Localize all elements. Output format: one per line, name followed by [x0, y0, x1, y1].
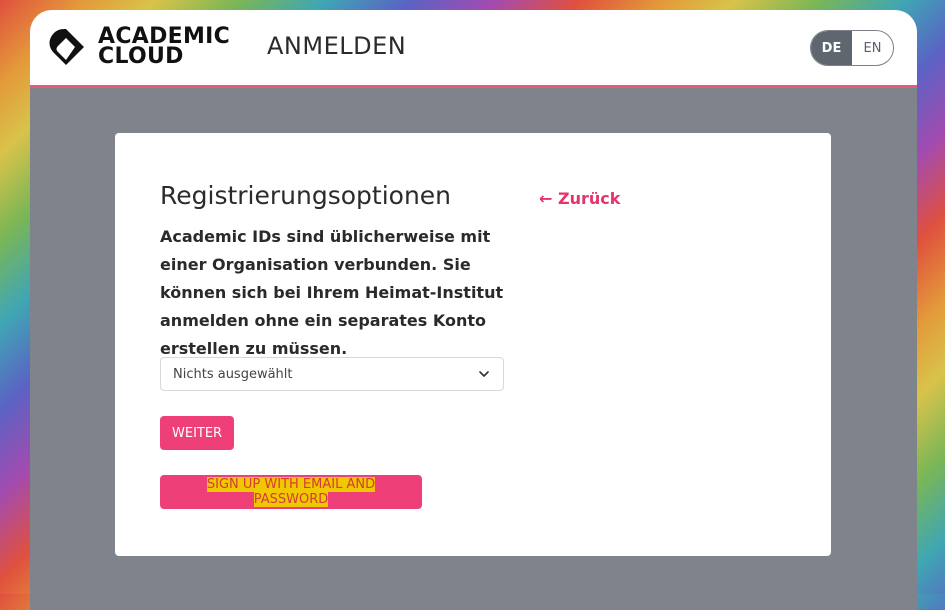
app-window: ACADEMIC CLOUD ANMELDEN DE EN Registrier…: [30, 10, 917, 610]
chevron-down-icon: [479, 371, 489, 377]
description-text: Academic IDs sind üblicherweise mit eine…: [160, 227, 504, 358]
academic-cloud-logo-icon: [49, 29, 84, 65]
academic-cloud-logo[interactable]: ACADEMIC CLOUD: [44, 24, 230, 70]
top-bar: ACADEMIC CLOUD ANMELDEN DE EN: [30, 10, 917, 88]
logo-wordmark: ACADEMIC CLOUD: [98, 26, 230, 69]
continue-button[interactable]: WEITER: [160, 416, 234, 450]
signup-button-label: SIGN UP WITH EMAIL AND PASSWORD: [206, 477, 376, 507]
language-option-de[interactable]: DE: [811, 31, 852, 65]
signup-email-password-button[interactable]: SIGN UP WITH EMAIL AND PASSWORD: [160, 475, 422, 509]
institution-select-value: Nichts ausgewählt: [173, 366, 293, 382]
registration-card: Registrierungsoptionen ← Zurück Academic…: [115, 133, 831, 556]
institution-select[interactable]: Nichts ausgewählt: [160, 357, 504, 391]
card-title: Registrierungsoptionen: [160, 181, 452, 210]
page-title: ANMELDEN: [267, 32, 407, 60]
logo-line-2: CLOUD: [98, 44, 184, 69]
language-option-en[interactable]: EN: [852, 31, 893, 65]
language-switcher: DE EN: [810, 30, 894, 66]
back-link[interactable]: ← Zurück: [539, 189, 620, 208]
